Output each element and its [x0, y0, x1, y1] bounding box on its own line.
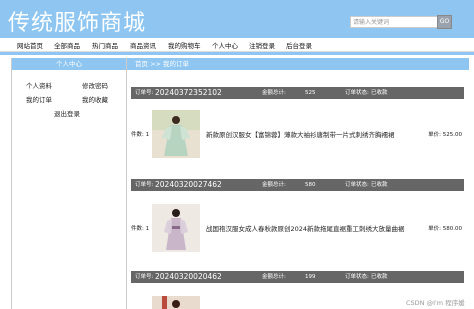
nav-admin-login[interactable]: 后台登录 [286, 40, 312, 50]
search-input[interactable]: 请输入关键词 [350, 16, 438, 28]
watermark: CSDN @I'm 程序媛 [406, 299, 465, 307]
order-item: 件数: 1 新款原创汉服女【富锦蓉】薄款大袖衫唐制带一片式刺绣齐胸襦裙 单价: … [131, 110, 464, 170]
product-image[interactable] [152, 110, 200, 158]
sidebar-title: 个人中心 [12, 58, 126, 70]
order-no: 20240320027462 [155, 180, 222, 189]
sidebar-item-change-password[interactable]: 修改密码 [82, 80, 108, 90]
item-qty-label: 件数: 1 [131, 132, 150, 138]
order-no: 20240372352102 [155, 88, 222, 97]
breadcrumb: 首页 >> 我的订单 [127, 58, 469, 70]
order-no-label: 订单号: [135, 182, 154, 188]
item-qty: 1 [145, 226, 150, 232]
item-qty: 1 [145, 132, 150, 138]
order-total: 525 [305, 90, 316, 96]
sidebar: 个人中心 个人资料 修改密码 我的订单 我的收藏 退出登录 [11, 58, 127, 309]
sidebar-item-profile[interactable]: 个人资料 [26, 80, 52, 90]
main-nav: 网站首页 全部商品 热门商品 商品资讯 我的购物车 个人中心 注销登录 后台登录 [0, 38, 474, 52]
order-header: 订单号: 20240320027462 金额总计: 580 订单状态: 已收款 [131, 179, 464, 191]
site-title[interactable]: 传统服饰商城 [8, 5, 146, 37]
order-status: 已收款 [371, 90, 388, 96]
nav-cart[interactable]: 我的购物车 [168, 40, 201, 50]
order-total-label: 金额总计: [262, 274, 286, 280]
product-name[interactable]: 战国袍汉服女成人春秋款原创2024新款拖尾直裾重工刺绣大放量曲裾 [206, 223, 405, 233]
nav-hot-products[interactable]: 热门商品 [92, 40, 118, 50]
sidebar-item-favorites[interactable]: 我的收藏 [82, 94, 108, 104]
order-status: 已收款 [371, 182, 388, 188]
order-no-label: 订单号: [135, 274, 154, 280]
order-item: 件数: 1 战国袍汉服女成人春秋款原创2024新款拖尾直裾重工刺绣大放量曲裾 单… [131, 204, 464, 264]
order-total-label: 金额总计: [262, 182, 286, 188]
product-name[interactable]: 新款原创汉服女【富锦蓉】薄款大袖衫唐制带一片式刺绣齐胸襦裙 [206, 129, 395, 139]
nav-all-products[interactable]: 全部商品 [54, 40, 80, 50]
nav-logout[interactable]: 注销登录 [249, 40, 275, 50]
order-total-label: 金额总计: [262, 90, 286, 96]
item-qty-label: 件数: 1 [131, 226, 150, 232]
nav-news[interactable]: 商品资讯 [130, 40, 156, 50]
order-status-label: 订单状态: [345, 90, 369, 96]
nav-user-center[interactable]: 个人中心 [212, 40, 238, 50]
order-status-label: 订单状态: [345, 274, 369, 280]
item-price: 单价: 580.00 [428, 226, 462, 232]
sidebar-item-my-orders[interactable]: 我的订单 [26, 94, 52, 104]
site-header: 传统服饰商城 请输入关键词 GO [0, 0, 474, 38]
order-header: 订单号: 20240372352102 金额总计: 525 订单状态: 已收款 [131, 87, 464, 99]
main-content: 首页 >> 我的订单 订单号: 20240372352102 金额总计: 525… [127, 58, 469, 309]
order-status-label: 订单状态: [345, 182, 369, 188]
item-price: 单价: 525.00 [428, 132, 462, 138]
order-total: 580 [305, 182, 316, 188]
sidebar-item-logout[interactable]: 退出登录 [54, 108, 80, 118]
order-no-label: 订单号: [135, 90, 154, 96]
nav-home[interactable]: 网站首页 [17, 40, 43, 50]
nav-underline [0, 52, 474, 55]
order-status: 已收款 [371, 274, 388, 280]
product-image[interactable] [152, 296, 200, 309]
search-button[interactable]: GO [437, 15, 452, 29]
order-header: 订单号: 20240320020462 金额总计: 199 订单状态: 已收款 [131, 271, 464, 283]
order-total: 199 [305, 274, 316, 280]
order-no: 20240320020462 [155, 272, 222, 281]
product-image[interactable] [152, 204, 200, 252]
